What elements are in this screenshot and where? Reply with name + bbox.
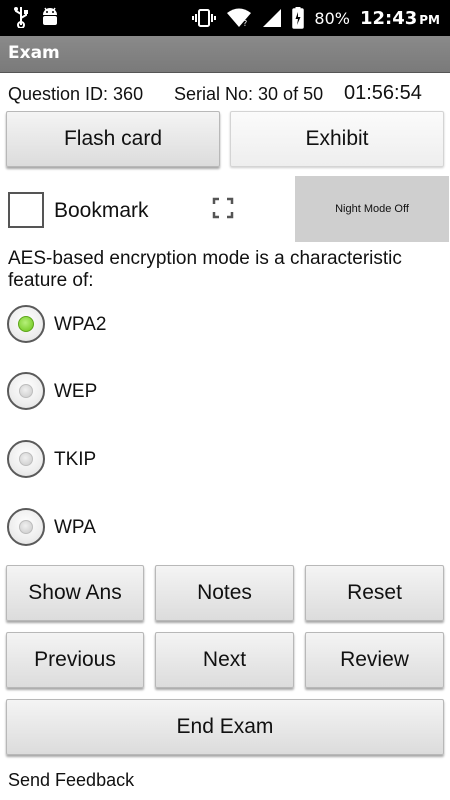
usb-icon	[14, 7, 28, 28]
flash-card-button[interactable]: Flash card	[6, 111, 220, 167]
radio-dot	[19, 520, 33, 534]
svg-text:?: ?	[243, 19, 247, 28]
radio-button[interactable]	[7, 372, 45, 410]
clock-ampm: PM	[419, 12, 440, 27]
question-text: AES-based encryption mode is a character…	[8, 248, 402, 291]
bookmark-label[interactable]: Bookmark	[54, 199, 149, 223]
radio-button[interactable]	[7, 508, 45, 546]
signal-icon	[263, 9, 282, 27]
battery-percentage: 80%	[314, 8, 350, 28]
bookmark-checkbox[interactable]	[8, 192, 44, 228]
exhibit-button[interactable]: Exhibit	[230, 111, 444, 167]
radio-button[interactable]	[7, 305, 45, 343]
night-mode-label: Night Mode Off	[335, 203, 409, 215]
send-feedback-link[interactable]: Send Feedback	[8, 770, 134, 791]
app-title: Exam	[8, 43, 60, 63]
reset-button[interactable]: Reset	[305, 565, 444, 621]
status-left-icons	[14, 6, 60, 28]
battery-icon	[292, 7, 305, 29]
option-wpa[interactable]: WPA	[7, 508, 307, 548]
question-info-row: Question ID: 360 Serial No: 30 of 50 01:…	[0, 82, 450, 108]
wifi-icon: ?	[227, 8, 252, 28]
end-exam-button[interactable]: End Exam	[6, 699, 444, 755]
serial-number: Serial No: 30 of 50	[174, 84, 324, 104]
option-label[interactable]: WPA2	[54, 314, 106, 336]
radio-selected-dot	[18, 316, 34, 332]
exam-timer: 01:56:54	[344, 82, 422, 104]
clock: 12:43 PM	[360, 8, 440, 29]
radio-dot	[19, 452, 33, 466]
option-tkip[interactable]: TKIP	[7, 440, 307, 480]
question-id: Question ID: 360	[8, 84, 144, 104]
vibrate-icon	[192, 9, 217, 27]
clock-time: 12:43	[359, 7, 418, 29]
option-label[interactable]: WPA	[54, 517, 96, 539]
option-wpa2[interactable]: WPA2	[7, 305, 307, 345]
radio-dot	[19, 384, 33, 398]
previous-button[interactable]: Previous	[6, 632, 144, 688]
radio-button[interactable]	[7, 440, 45, 478]
show-answer-button[interactable]: Show Ans	[6, 565, 144, 621]
status-bar: ? 80% 12:43 PM	[0, 0, 450, 36]
app-bar: Exam	[0, 36, 450, 73]
next-button[interactable]: Next	[155, 632, 294, 688]
notes-button[interactable]: Notes	[155, 565, 294, 621]
option-label[interactable]: TKIP	[54, 449, 96, 471]
fullscreen-icon[interactable]	[212, 197, 234, 219]
night-mode-toggle[interactable]: Night Mode Off	[295, 176, 449, 242]
status-right-icons: ? 80% 12:43 PM	[192, 0, 440, 36]
android-icon	[43, 7, 57, 25]
option-label[interactable]: WEP	[54, 381, 97, 403]
option-wep[interactable]: WEP	[7, 372, 307, 412]
review-button[interactable]: Review	[305, 632, 444, 688]
